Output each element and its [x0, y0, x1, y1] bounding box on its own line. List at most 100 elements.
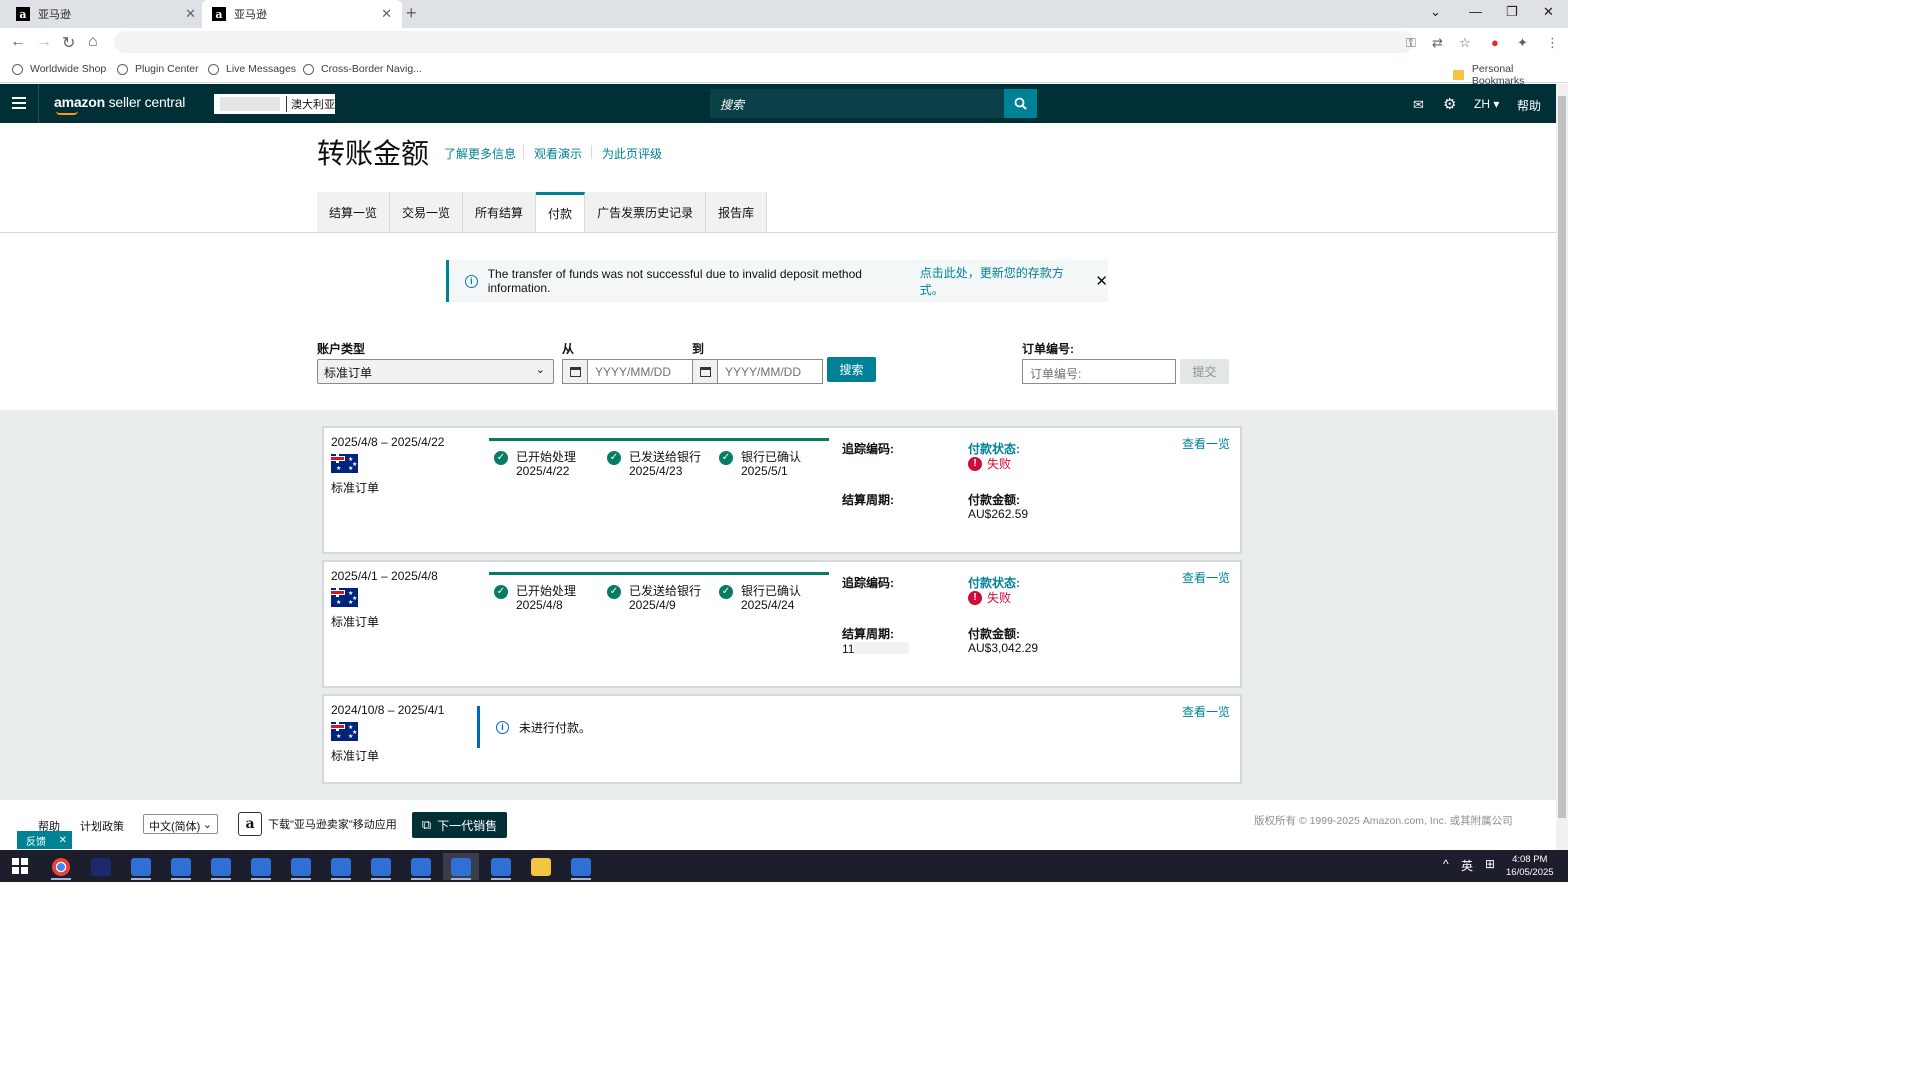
tab-search-icon[interactable]: ⌄: [1430, 4, 1441, 20]
tab-payments[interactable]: 付款: [536, 192, 586, 232]
close-window-icon[interactable]: ✕: [1543, 4, 1554, 20]
bookmark-item[interactable]: Cross-Border Navig...: [303, 63, 422, 75]
close-tab-icon[interactable]: ✕: [185, 6, 196, 22]
footer-language-select[interactable]: 中文(简体) ⌄: [143, 814, 218, 834]
submit-button[interactable]: 提交: [1180, 359, 1229, 384]
back-icon[interactable]: ←: [10, 33, 26, 51]
step-sent-to-bank: ✓ 已发送给银行 2025/4/23: [607, 450, 701, 478]
amazon-favicon-icon: a: [212, 7, 226, 21]
language-selector[interactable]: ZH ▾: [1474, 97, 1499, 111]
new-tab-icon[interactable]: +: [406, 3, 417, 24]
close-icon[interactable]: ✕: [59, 835, 67, 846]
app-taskbar-icon[interactable]: [323, 853, 359, 880]
search-button[interactable]: 搜索: [827, 357, 876, 382]
period-label: 结算周期:: [842, 493, 894, 507]
view-summary-link[interactable]: 查看一览: [1182, 569, 1230, 586]
app-taskbar-icon[interactable]: [123, 853, 159, 880]
chrome-taskbar-icon[interactable]: [43, 853, 79, 880]
app-taskbar-icon[interactable]: [203, 853, 239, 880]
system-clock[interactable]: 4:08 PM 16/05/2025: [1506, 853, 1554, 879]
scrollbar-thumb[interactable]: [1558, 96, 1566, 818]
check-icon: ✓: [494, 451, 508, 465]
seller-central-logo[interactable]: amazon seller central: [54, 94, 185, 110]
feedback-button[interactable]: 反馈 ✕: [17, 831, 72, 849]
tab-title: 亚马逊: [38, 9, 71, 21]
view-summary-link[interactable]: 查看一览: [1182, 435, 1230, 452]
account-type-select[interactable]: 标准订单 ⌄: [317, 359, 554, 384]
payment-card: 2025/4/1 – 2025/4/8 ★ ★ ★ ★ 标准订单 ✓ 已开始处理 2025…: [322, 560, 1242, 688]
translate-icon[interactable]: ⇄: [1432, 35, 1443, 51]
restore-icon[interactable]: ❐: [1506, 4, 1518, 20]
bookmark-item[interactable]: Worldwide Shop: [12, 63, 106, 75]
password-key-icon[interactable]: ⚿: [1406, 35, 1416, 51]
app-taskbar-icon[interactable]: [563, 853, 599, 880]
next-gen-selling-button[interactable]: ⧉ 下一代销售: [412, 812, 507, 838]
calendar-button[interactable]: [562, 359, 587, 384]
extension-red-icon[interactable]: ●: [1491, 35, 1499, 50]
date-range: 2025/4/8 – 2025/4/22: [331, 435, 445, 449]
header-search-input[interactable]: 搜索: [710, 89, 1004, 118]
footer-policy-link[interactable]: 计划政策: [80, 818, 124, 834]
app-taskbar-icon[interactable]: [363, 853, 399, 880]
watch-demo-link[interactable]: 观看演示: [534, 145, 582, 162]
keyboard-icon[interactable]: ⊞: [1485, 857, 1495, 871]
info-icon: i: [465, 274, 478, 288]
mail-icon[interactable]: ✉: [1413, 97, 1424, 113]
store-name-redacted: [220, 97, 280, 111]
bookmark-item[interactable]: Plugin Center: [117, 63, 199, 75]
reload-icon[interactable]: ↻: [62, 33, 75, 53]
check-icon: ✓: [607, 585, 621, 599]
order-number-input[interactable]: 订单编号:: [1022, 359, 1176, 384]
view-summary-link[interactable]: 查看一览: [1182, 703, 1230, 720]
store-selector[interactable]: 澳大利亚: [214, 94, 335, 114]
app-taskbar-icon[interactable]: [163, 853, 199, 880]
from-date-input[interactable]: YYYY/MM/DD: [587, 359, 693, 384]
status-badge: ! 失败: [968, 455, 1011, 472]
mobile-app-download-link[interactable]: a 下载"亚马逊卖家"移动应用: [238, 812, 397, 836]
amazon-favicon-icon: a: [16, 7, 30, 21]
ime-indicator[interactable]: 英: [1461, 857, 1473, 874]
bookmark-item[interactable]: Live Messages: [208, 63, 296, 75]
app-taskbar-icon[interactable]: [283, 853, 319, 880]
tab-all-statements[interactable]: 所有结算: [463, 192, 537, 232]
rate-page-link[interactable]: 为此页评级: [602, 145, 662, 162]
to-date-input[interactable]: YYYY/MM/DD: [717, 359, 823, 384]
bookmark-star-icon[interactable]: ☆: [1459, 35, 1471, 51]
check-icon: ✓: [719, 585, 733, 599]
account-type: 标准订单: [331, 481, 380, 495]
close-tab-icon[interactable]: ✕: [381, 6, 392, 22]
app-taskbar-icon[interactable]: [83, 853, 119, 880]
minimize-icon[interactable]: —: [1469, 4, 1482, 19]
menu-kebab-icon[interactable]: ⋮: [1546, 35, 1559, 51]
forward-icon[interactable]: →: [36, 33, 52, 51]
calendar-button[interactable]: [692, 359, 717, 384]
tray-chevron-up-icon[interactable]: ^: [1443, 857, 1449, 871]
chevron-down-icon: ⌄: [202, 819, 212, 831]
browser-tab[interactable]: a 亚马逊 ✕: [6, 0, 206, 28]
header-search-button[interactable]: [1004, 89, 1037, 118]
help-link[interactable]: 帮助: [1517, 97, 1541, 114]
page-tabs: 结算一览 交易一览 所有结算 付款 广告发票历史记录 报告库: [317, 192, 768, 232]
payment-card: 2024/10/8 – 2025/4/1 ★ ★ ★ ★ 标准订单 i 未进行付款。 …: [322, 694, 1242, 784]
close-icon[interactable]: ✕: [1095, 272, 1108, 290]
windows-start-icon[interactable]: [12, 858, 28, 874]
globe-icon: [208, 63, 219, 75]
hamburger-menu-icon[interactable]: [12, 97, 26, 112]
tab-settlement-summary[interactable]: 结算一览: [317, 192, 391, 232]
app-taskbar-icon[interactable]: [483, 853, 519, 880]
update-deposit-link[interactable]: 点击此处，更新您的存款方式。: [920, 264, 1084, 298]
tab-reports-repository[interactable]: 报告库: [706, 192, 768, 232]
browser-tab-active[interactable]: a 亚马逊 ✕: [202, 0, 402, 28]
to-date-group: YYYY/MM/DD: [692, 359, 823, 384]
gear-icon[interactable]: ⚙: [1443, 95, 1456, 113]
file-explorer-taskbar-icon[interactable]: [523, 853, 559, 880]
app-taskbar-icon-active[interactable]: [443, 853, 479, 880]
learn-more-link[interactable]: 了解更多信息: [444, 145, 516, 162]
tab-transaction-view[interactable]: 交易一览: [390, 192, 464, 232]
app-taskbar-icon[interactable]: [403, 853, 439, 880]
url-input[interactable]: [114, 31, 1414, 53]
home-icon[interactable]: ⌂: [88, 33, 98, 51]
tab-ad-invoice-history[interactable]: 广告发票历史记录: [585, 192, 707, 232]
app-taskbar-icon[interactable]: [243, 853, 279, 880]
extensions-puzzle-icon[interactable]: ✦: [1517, 35, 1528, 51]
